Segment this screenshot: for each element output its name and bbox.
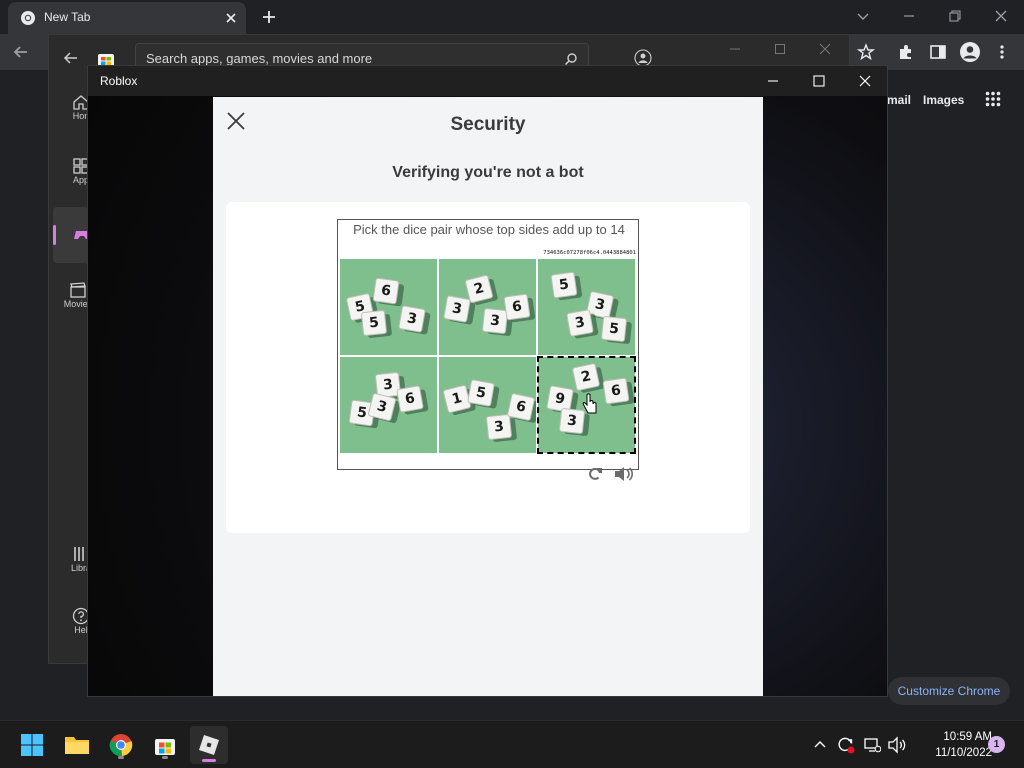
google-apps-grid-icon[interactable]	[985, 91, 1001, 107]
store-back-arrow-icon[interactable]	[63, 50, 79, 66]
die: 6	[602, 377, 630, 405]
roblox-maximize-icon[interactable]	[812, 74, 826, 88]
back-arrow-icon[interactable]	[12, 43, 30, 61]
chrome-icon	[109, 734, 133, 757]
captcha-tile-1[interactable]: 5653	[340, 259, 437, 355]
dialog-title: Security	[450, 114, 526, 135]
folder-icon	[65, 737, 89, 754]
taskbar: 10:59 AM 11/10/2022 1	[0, 720, 1024, 768]
roblox-window-title: Roblox	[100, 74, 138, 88]
captcha-frame: Pick the dice pair whose top sides add u…	[337, 219, 639, 470]
selection-indicator	[53, 225, 56, 245]
store-search-icon[interactable]	[564, 52, 578, 66]
hand-pointer-cursor-icon	[582, 393, 597, 414]
extensions-puzzle-icon[interactable]	[897, 43, 915, 61]
clock-date: 11/10/2022	[935, 747, 992, 759]
chrome-menu-kebab-icon[interactable]	[995, 43, 1009, 61]
die: 5	[360, 309, 388, 337]
chrome-minimize-icon[interactable]	[902, 9, 916, 23]
tab-title: New Tab	[44, 10, 91, 24]
die: 5	[550, 271, 578, 299]
roblox-taskbar-button[interactable]	[190, 726, 228, 764]
gmail-link[interactable]: mail	[887, 93, 911, 107]
die: 3	[566, 309, 594, 337]
customize-chrome-button[interactable]: Customize Chrome	[888, 677, 1010, 705]
captcha-challenge-id: 734636c07278f06c4.0443884801	[543, 250, 636, 256]
store-maximize-icon[interactable]	[774, 43, 786, 55]
chrome-close-icon[interactable]	[994, 9, 1008, 23]
chrome-restore-icon[interactable]	[948, 9, 962, 23]
die: 3	[481, 307, 509, 335]
clock-time: 10:59 AM	[943, 731, 992, 743]
die: 6	[503, 293, 531, 321]
security-dialog: Security Verifying you're not a bot Pick…	[213, 97, 763, 696]
volume-icon[interactable]	[887, 736, 907, 754]
roblox-titlebar: Roblox	[88, 66, 887, 96]
captcha-tile-5[interactable]: 1536	[439, 357, 536, 453]
show-hidden-icons-chevron[interactable]	[813, 738, 827, 752]
chrome-logo-icon	[20, 10, 36, 26]
running-indicator	[118, 756, 124, 759]
dialog-subtitle: Verifying you're not a bot	[392, 164, 584, 181]
roblox-window: Roblox Security Verifying you're not a b…	[87, 65, 888, 697]
sync-alert-icon[interactable]	[836, 735, 856, 755]
roblox-logo-icon	[199, 735, 219, 755]
captcha-tile-2[interactable]: 3236	[439, 259, 536, 355]
chrome-taskbar-button[interactable]	[105, 729, 137, 761]
captcha-tile-4[interactable]: 5336	[340, 357, 437, 453]
roblox-minimize-icon[interactable]	[766, 74, 780, 88]
chrome-tab-new-tab[interactable]: New Tab	[8, 2, 246, 34]
captcha-tile-3[interactable]: 5335	[538, 259, 635, 355]
file-explorer-button[interactable]	[61, 729, 93, 761]
captcha-tile-6[interactable]: 9236	[537, 356, 636, 454]
chrome-titlebar: New Tab	[0, 0, 1024, 34]
taskbar-clock[interactable]: 10:59 AM 11/10/2022	[912, 729, 992, 761]
side-panel-icon[interactable]	[929, 43, 947, 61]
roblox-close-icon[interactable]	[858, 74, 872, 88]
windows-logo-icon	[21, 734, 43, 756]
captcha-prompt: Pick the dice pair whose top sides add u…	[353, 222, 625, 237]
running-indicator	[162, 756, 168, 759]
new-tab-plus-icon[interactable]	[261, 9, 277, 25]
active-indicator	[202, 759, 216, 762]
die: 6	[372, 277, 400, 305]
store-bag-icon	[155, 739, 175, 755]
start-button[interactable]	[16, 729, 48, 761]
images-link[interactable]: Images	[923, 93, 964, 107]
refresh-icon[interactable]	[586, 465, 606, 485]
die: 6	[396, 385, 424, 413]
die: 5	[467, 379, 495, 407]
store-nav-gaming-selected[interactable]	[53, 207, 90, 263]
store-nav-help-label: Hel	[74, 625, 88, 635]
store-minimize-icon[interactable]	[729, 43, 741, 55]
close-tab-icon[interactable]	[224, 11, 238, 25]
bookmark-star-icon[interactable]	[857, 43, 875, 61]
store-search-placeholder: Search apps, games, movies and more	[146, 51, 373, 66]
movies-clapper-icon	[70, 282, 86, 298]
die: 6	[506, 392, 536, 422]
die: 3	[485, 413, 513, 441]
notification-badge[interactable]: 1	[988, 736, 1005, 753]
audio-speaker-icon[interactable]	[613, 465, 634, 485]
profile-avatar-icon[interactable]	[959, 41, 981, 63]
die: 2	[571, 362, 601, 392]
captcha-card: Pick the dice pair whose top sides add u…	[226, 202, 750, 533]
die: 5	[600, 315, 628, 343]
die: 3	[443, 295, 471, 323]
tab-search-chevron-icon[interactable]	[856, 9, 870, 23]
die: 3	[398, 305, 426, 333]
store-close-icon[interactable]	[819, 43, 831, 55]
store-taskbar-button[interactable]	[149, 729, 181, 761]
network-icon[interactable]	[863, 736, 881, 754]
